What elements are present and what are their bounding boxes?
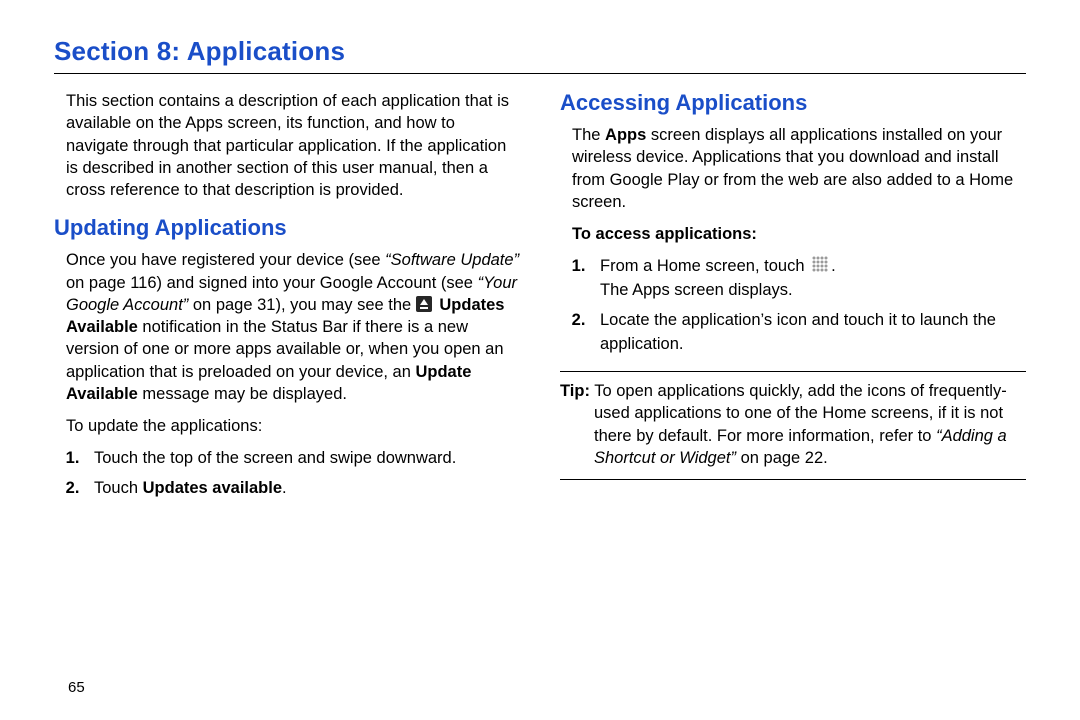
content-columns: This section contains a description of e… [54,90,1026,511]
heading-updating: Updating Applications [54,215,520,241]
section-intro: This section contains a description of e… [54,90,520,201]
xref-software-update: “Software Update” [385,251,519,269]
access-steps-list: From a Home screen, touch . The Apps scr… [560,255,1026,357]
step-text: From a Home screen, touch [600,257,809,275]
to-update-label: To update the applications: [54,415,520,437]
page-number: 65 [68,679,85,696]
update-steps-list: Touch the top of the screen and swipe do… [54,447,520,501]
tip-text: Tip: To open applications quickly, add t… [560,380,1026,469]
text: on page 116) and signed into your Google… [66,274,478,292]
updates-available-button-label: Updates available [143,479,282,497]
step-subtext: The Apps screen displays. [600,281,793,299]
updating-paragraph: Once you have registered your device (se… [54,249,520,405]
text: message may be displayed. [138,385,347,403]
step-text: . [282,479,287,497]
list-item: Touch the top of the screen and swipe do… [84,447,520,471]
left-column: This section contains a description of e… [54,90,520,511]
heading-accessing: Accessing Applications [560,90,1026,116]
list-item: Touch Updates available. [84,477,520,501]
right-column: Accessing Applications The Apps screen d… [560,90,1026,511]
to-access-label: To access applications: [560,223,1026,245]
list-item: Locate the application’s icon and touch … [590,309,1026,357]
text: The [572,126,605,144]
title-rule [54,73,1026,74]
tip-block: Tip: To open applications quickly, add t… [560,371,1026,480]
section-title: Section 8: Applications [54,36,1026,67]
step-text: Locate the application’s icon and touch … [600,311,996,353]
apps-label: Apps [605,126,646,144]
updates-available-icon [416,296,432,312]
accessing-intro: The Apps screen displays all application… [560,124,1026,213]
text: on page 22. [736,449,828,467]
tip-label: Tip: [560,382,590,400]
step-text: Touch the top of the screen and swipe do… [94,449,456,467]
apps-grid-icon [811,255,829,273]
list-item: From a Home screen, touch . The Apps scr… [590,255,1026,303]
step-text: Touch [94,479,143,497]
step-text: . [831,257,836,275]
text: on page 31), you may see the [188,296,415,314]
text: Once you have registered your device (se… [66,251,385,269]
